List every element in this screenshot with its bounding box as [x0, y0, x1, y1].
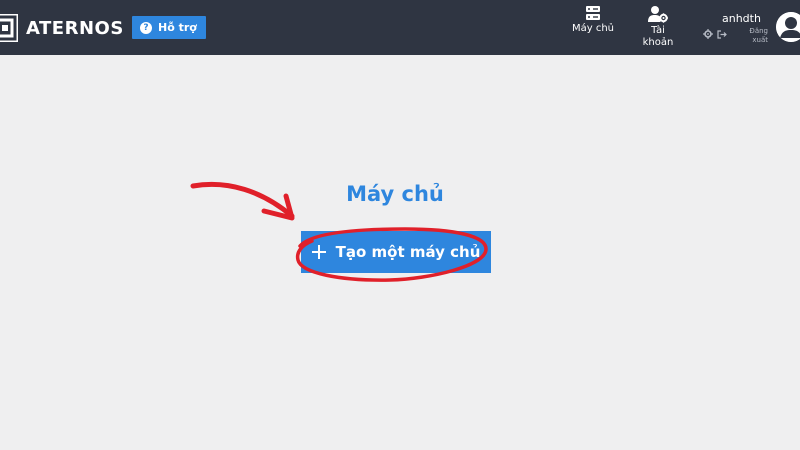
nav-account-label: Tài khoản [642, 25, 674, 48]
logout-icon[interactable] [717, 30, 727, 39]
help-button-label: Hỗ trợ [158, 21, 197, 34]
create-server-button-label: Tạo một máy chủ [335, 243, 481, 261]
help-button[interactable]: ? Hỗ trợ [132, 16, 206, 39]
user-avatar-icon[interactable] [776, 12, 800, 42]
help-question-icon: ? [140, 21, 152, 34]
top-navigation-bar: ATERNOS ? Hỗ trợ Máy chủ Tài khoản anhdt… [0, 0, 800, 55]
username: anhdth [722, 12, 761, 25]
nav-servers[interactable]: Máy chủ [571, 5, 615, 35]
servers-icon [586, 6, 600, 20]
plus-icon [311, 245, 326, 259]
account-icon [648, 6, 668, 23]
logout-link[interactable]: Đăng xuất [740, 27, 768, 45]
nav-servers-label: Máy chủ [571, 23, 615, 34]
aternos-logo-icon [0, 14, 18, 42]
aternos-logo[interactable]: ATERNOS [0, 14, 124, 42]
gear-icon[interactable] [703, 29, 713, 39]
create-server-button[interactable]: Tạo một máy chủ [301, 231, 491, 273]
annotation-overlay [190, 181, 488, 282]
user-menu: anhdth Đăng xuất [700, 0, 800, 55]
logo-text: ATERNOS [26, 17, 124, 39]
page-title: Máy chủ [346, 182, 444, 206]
nav-account[interactable]: Tài khoản [636, 5, 680, 49]
